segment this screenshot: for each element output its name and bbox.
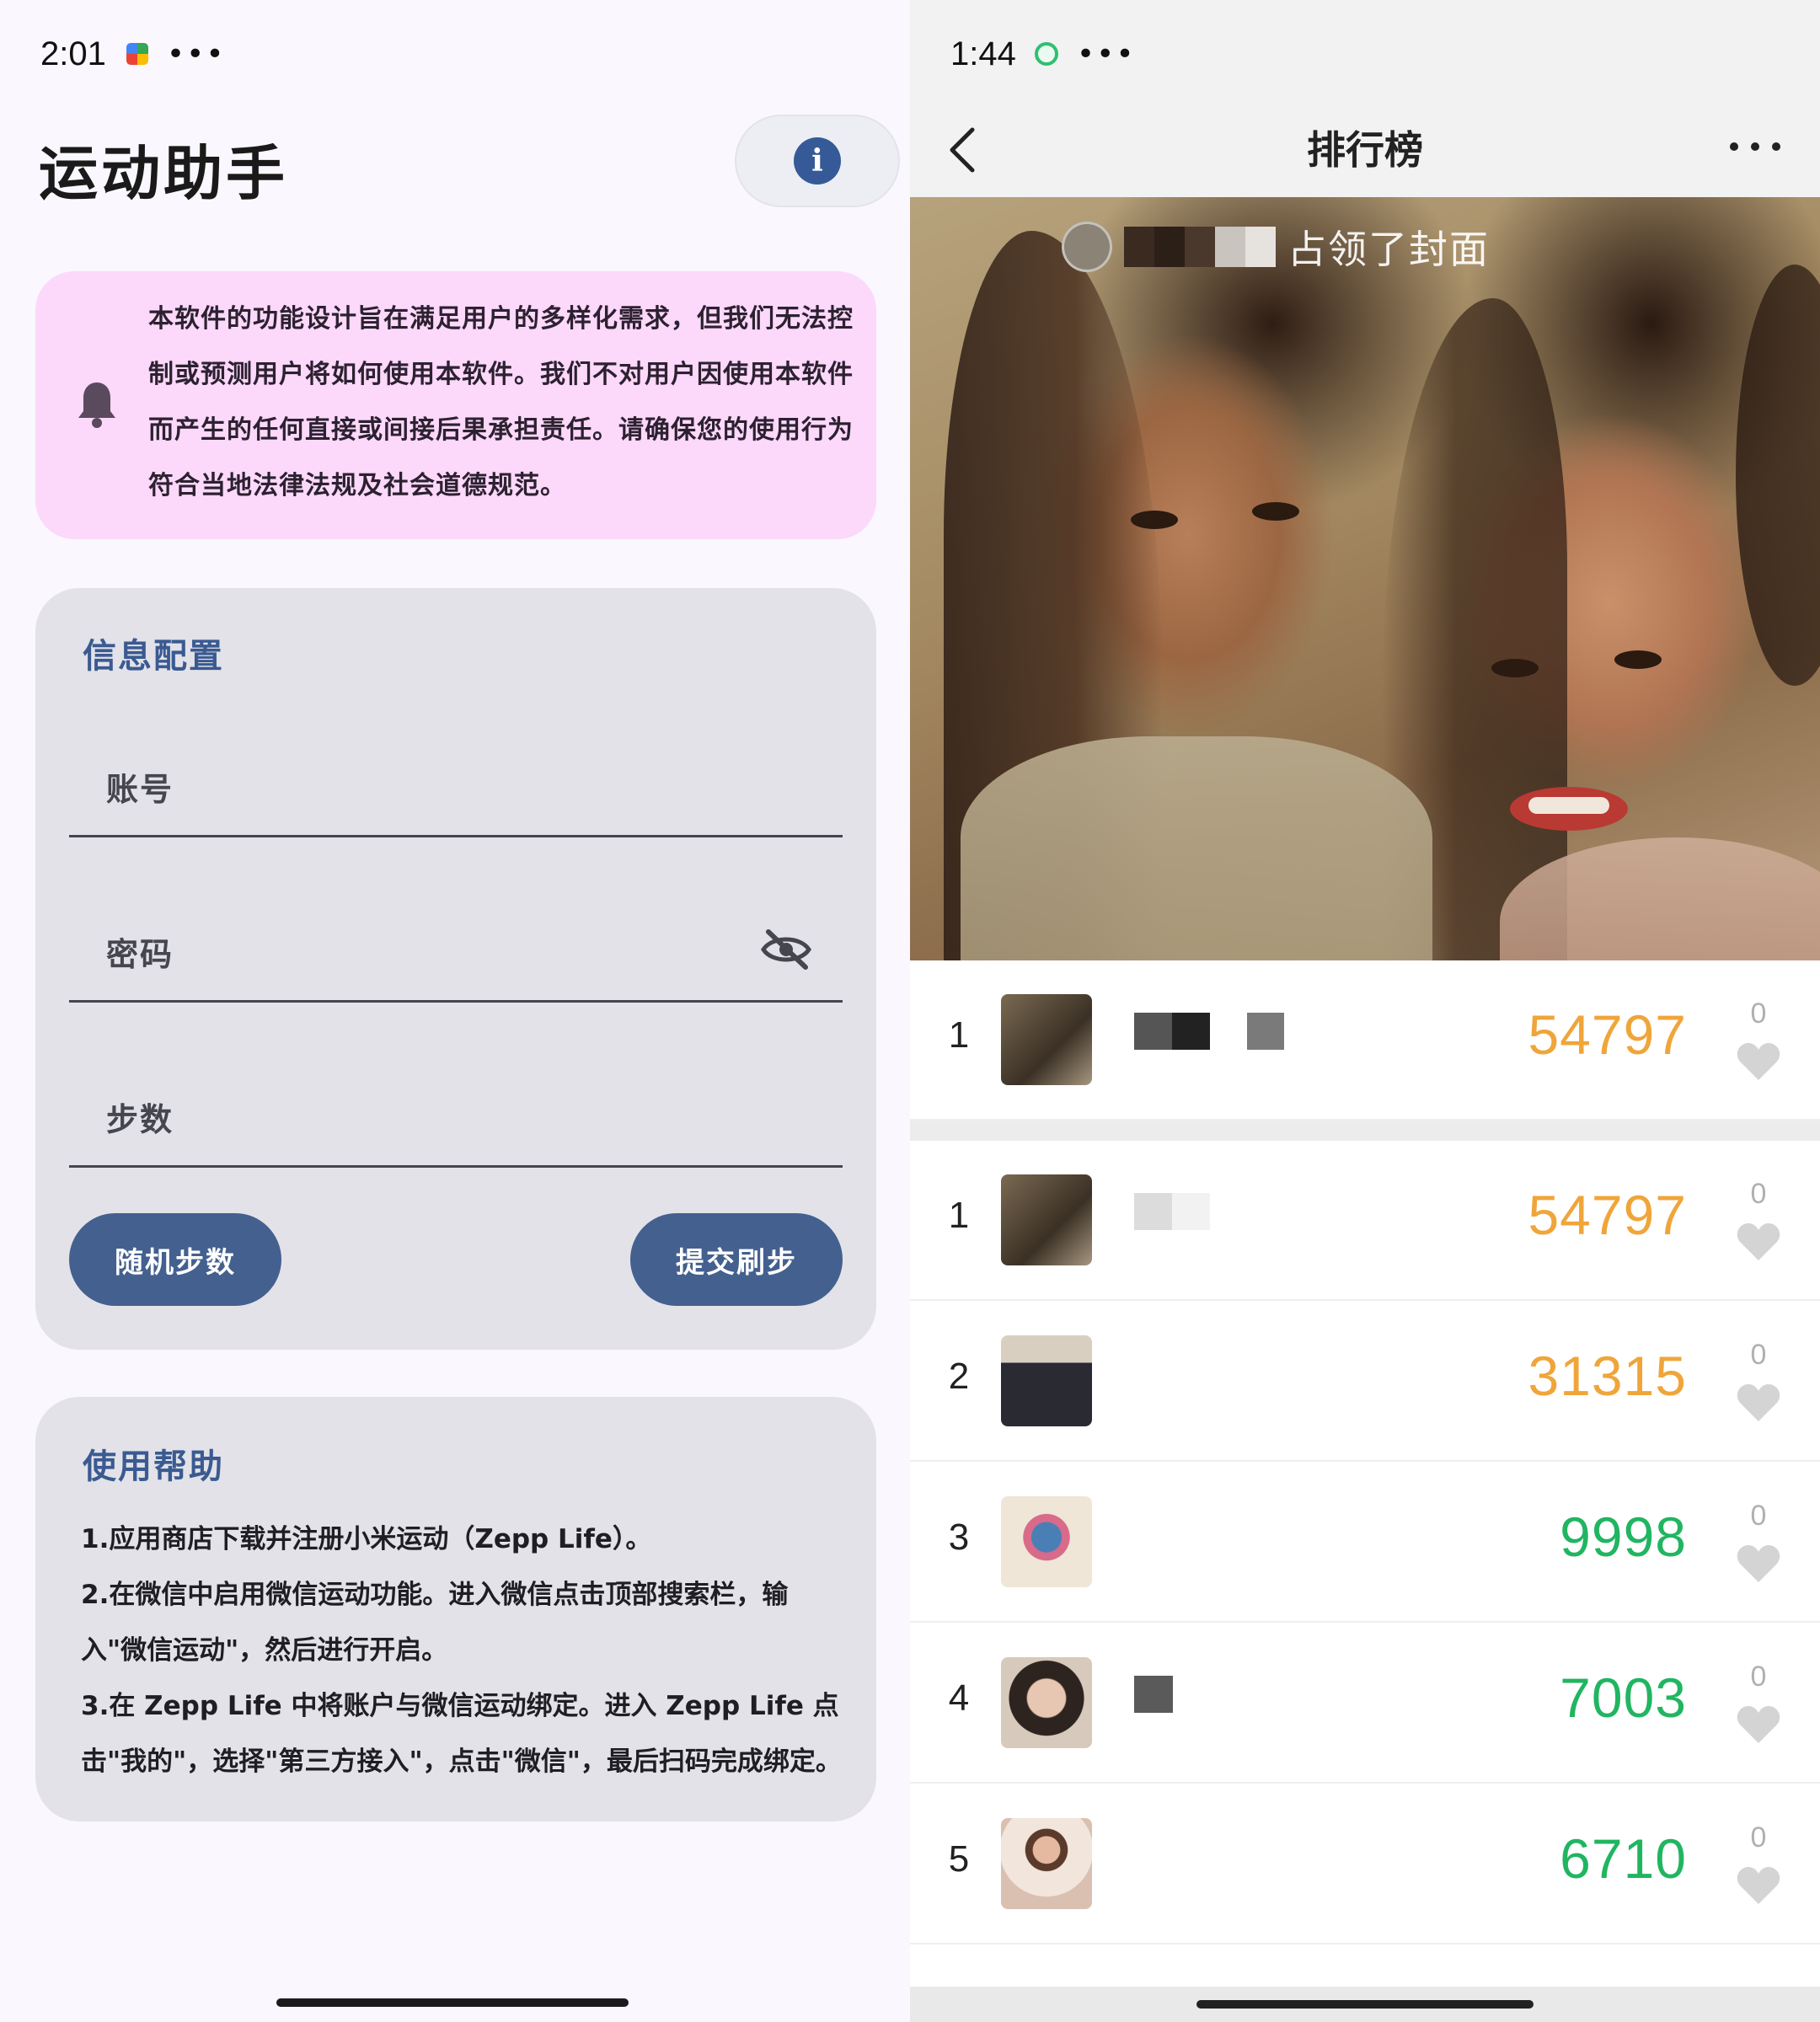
like-count: 0	[1750, 1339, 1767, 1371]
status-bar: 1:44 ••• HD 5G 5G 96	[910, 0, 1820, 108]
steps-label: 步数	[106, 1101, 174, 1138]
heart-icon[interactable]	[1736, 1865, 1781, 1906]
help-step-1: 1.应用商店下载并注册小米运动（Zepp Life）。	[81, 1524, 652, 1554]
help-card: 使用帮助 1.应用商店下载并注册小米运动（Zepp Life）。 2.在微信中启…	[35, 1397, 876, 1821]
name-mosaic	[1134, 1676, 1173, 1713]
avatar[interactable]	[1001, 1657, 1092, 1748]
account-field[interactable]: 账号	[69, 718, 843, 837]
name-mosaic	[1247, 1013, 1284, 1050]
step-count: 6710	[1560, 1827, 1687, 1890]
home-indicator[interactable]	[1196, 2000, 1534, 2009]
nav-title: 排行榜	[1307, 127, 1423, 173]
avatar[interactable]	[1001, 1174, 1092, 1265]
section-divider	[910, 1121, 1820, 1141]
cover-caption-text: 占领了封面	[1287, 227, 1490, 272]
more-notifications-icon: •••	[166, 36, 226, 72]
avatar[interactable]	[1001, 994, 1092, 1085]
avatar[interactable]	[1001, 1335, 1092, 1426]
heart-icon[interactable]	[1736, 1041, 1781, 1082]
page-title: 运动助手	[39, 139, 288, 208]
rank-number: 3	[948, 1516, 970, 1558]
home-indicator[interactable]	[276, 1998, 629, 2007]
play-store-icon	[126, 43, 148, 65]
rank-row-1[interactable]: 1 54797 0	[910, 1141, 1820, 1301]
bell-icon	[78, 382, 115, 428]
heart-icon[interactable]	[1736, 1222, 1781, 1262]
help-step-3: 3.在 Zepp Life 中将账户与微信运动绑定。进入 Zepp Life 点…	[81, 1691, 842, 1777]
eye-off-icon[interactable]	[760, 928, 812, 971]
disclaimer-banner: 本软件的功能设计旨在满足用户的多样化需求，但我们无法控制或预测用户将如何使用本软…	[35, 271, 876, 539]
config-title: 信息配置	[83, 637, 224, 676]
cover-caption: 占领了封面	[1062, 219, 1490, 275]
rank-row-5[interactable]: 5 6710 0	[910, 1784, 1820, 1944]
rank-number: 4	[948, 1677, 970, 1719]
random-steps-button[interactable]: 随机步数	[69, 1213, 281, 1306]
nav-bar: 排行榜	[910, 108, 1820, 197]
heart-icon[interactable]	[1736, 1543, 1781, 1584]
like-count: 0	[1750, 1500, 1767, 1532]
info-button[interactable]: i	[735, 115, 900, 207]
more-icon[interactable]	[1727, 138, 1783, 155]
step-count: 54797	[1528, 1184, 1687, 1246]
heart-icon[interactable]	[1736, 1383, 1781, 1423]
help-text: 1.应用商店下载并注册小米运动（Zepp Life）。 2.在微信中启用微信运动…	[81, 1511, 848, 1789]
disclaimer-text: 本软件的功能设计旨在满足用户的多样化需求，但我们无法控制或预测用户将如何使用本软…	[148, 304, 854, 500]
like-count: 0	[1750, 1178, 1767, 1210]
status-time: 1:44	[950, 35, 1016, 72]
config-card: 信息配置 账号 密码 步数 随机步数 提交刷步	[35, 588, 876, 1350]
cover-image[interactable]: 占领了封面	[910, 197, 1820, 960]
name-mosaic	[1124, 227, 1276, 267]
more-notifications-icon: •••	[1076, 36, 1136, 72]
name-mosaic	[1134, 1193, 1210, 1230]
leaderboard-screen: 1:44 ••• HD 5G 5G 96 排行榜 占领了	[910, 0, 1820, 2022]
app-notification-icon	[1034, 42, 1058, 66]
steps-field[interactable]: 步数	[69, 1048, 843, 1168]
rank-number: 5	[948, 1838, 970, 1880]
rank-row-2[interactable]: 2 31315 0	[910, 1302, 1820, 1462]
step-count: 7003	[1560, 1666, 1687, 1729]
name-mosaic	[1134, 1013, 1210, 1050]
rank-number: 1	[948, 1014, 970, 1056]
status-bar: 2:01 ••• HD 5G 5G 92	[0, 0, 910, 108]
sports-assistant-app: 2:01 ••• HD 5G 5G 92 运动助手 i 本软件的功能设计旨在满足…	[0, 0, 910, 2022]
my-rank-row[interactable]: 1 54797 0	[910, 960, 1820, 1121]
password-label: 密码	[106, 936, 174, 973]
step-count: 9998	[1560, 1506, 1687, 1568]
account-label: 账号	[106, 771, 174, 808]
like-count: 0	[1750, 1821, 1767, 1854]
rank-row-4[interactable]: 4 7003 0	[910, 1623, 1820, 1784]
status-time: 2:01	[40, 35, 106, 72]
rank-row-3[interactable]: 3 9998 0	[910, 1463, 1820, 1623]
heart-icon[interactable]	[1736, 1704, 1781, 1745]
avatar[interactable]	[1001, 1818, 1092, 1909]
avatar[interactable]	[1001, 1496, 1092, 1587]
like-count: 0	[1750, 998, 1767, 1030]
step-count: 54797	[1528, 1003, 1687, 1066]
submit-steps-button[interactable]: 提交刷步	[630, 1213, 843, 1306]
like-count: 0	[1750, 1661, 1767, 1693]
avatar	[1062, 222, 1112, 272]
password-field[interactable]: 密码	[69, 883, 843, 1003]
step-count: 31315	[1528, 1345, 1687, 1407]
info-icon: i	[794, 137, 841, 185]
rank-number: 2	[948, 1356, 970, 1397]
rank-number: 1	[948, 1195, 970, 1236]
help-step-2: 2.在微信中启用微信运动功能。进入微信点击顶部搜索栏，输入"微信运动"，然后进行…	[81, 1580, 789, 1666]
help-title: 使用帮助	[83, 1447, 224, 1486]
